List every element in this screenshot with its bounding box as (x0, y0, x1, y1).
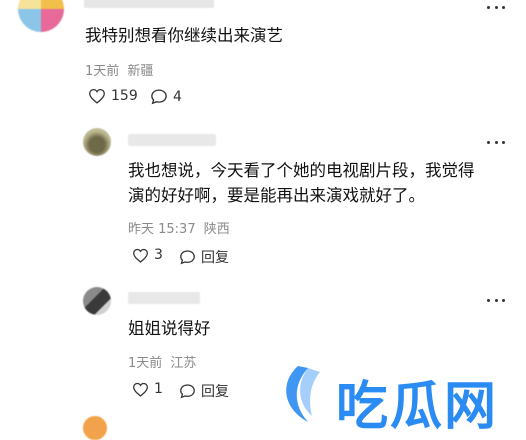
like-button[interactable]: 1 (132, 381, 163, 397)
avatar (83, 416, 107, 440)
like-button[interactable]: 159 (88, 88, 138, 104)
comment-text-line: 我也想说，今天看了个她的电视剧片段，我觉得 (128, 161, 475, 180)
comment-meta: 昨天 15:37 陕西 (128, 218, 230, 237)
more-icon[interactable] (487, 4, 505, 10)
watermark-text: 吃瓜网 (336, 377, 499, 437)
reply-label: 回复 (201, 384, 229, 400)
avatar[interactable] (83, 287, 111, 315)
heart-icon (133, 248, 148, 263)
avatar[interactable] (18, 0, 64, 32)
more-icon[interactable] (487, 297, 505, 303)
comment-text: 姐姐说得好 (128, 319, 211, 338)
username[interactable] (128, 292, 200, 304)
watermark: 吃瓜网 (268, 360, 526, 437)
comment-text-line: 演的好好啊，要是能再出来演戏就好了。 (128, 186, 425, 205)
watermark-logo-icon (286, 366, 320, 422)
username[interactable] (128, 134, 216, 146)
like-count: 3 (154, 247, 163, 263)
reply-count: 4 (173, 88, 182, 105)
more-icon[interactable] (487, 139, 505, 145)
comment-time: 1天前 (128, 356, 163, 371)
reply-button[interactable]: 回复 (179, 381, 229, 401)
comment-icon (180, 250, 195, 265)
comment-text: 我也想说，今天看了个她的电视剧片段，我觉得 演的好好啊，要是能再出来演戏就好了。 (128, 158, 475, 208)
heart-icon (133, 382, 148, 397)
like-button[interactable]: 3 (132, 247, 163, 263)
reply-label: 回复 (201, 250, 229, 266)
comment-icon (180, 384, 195, 399)
reply-button[interactable]: 回复 (179, 247, 229, 267)
heart-icon (89, 88, 105, 104)
comment-location: 陕西 (203, 222, 230, 237)
like-count: 1 (154, 381, 163, 397)
comment-meta: 1天前 江苏 (128, 352, 196, 371)
username[interactable] (84, 0, 214, 8)
comment-location: 新疆 (127, 64, 154, 79)
comment-location: 江苏 (170, 356, 197, 371)
comment-meta: 1天前 新疆 (85, 60, 153, 79)
like-count: 159 (111, 88, 138, 104)
avatar[interactable] (83, 128, 111, 156)
comment-time: 昨天 15:37 (128, 222, 196, 237)
comment-icon (151, 89, 167, 105)
comment-text: 我特别想看你继续出来演艺 (85, 26, 283, 45)
comment-time: 1天前 (85, 64, 120, 79)
reply-button[interactable]: 4 (150, 88, 182, 105)
